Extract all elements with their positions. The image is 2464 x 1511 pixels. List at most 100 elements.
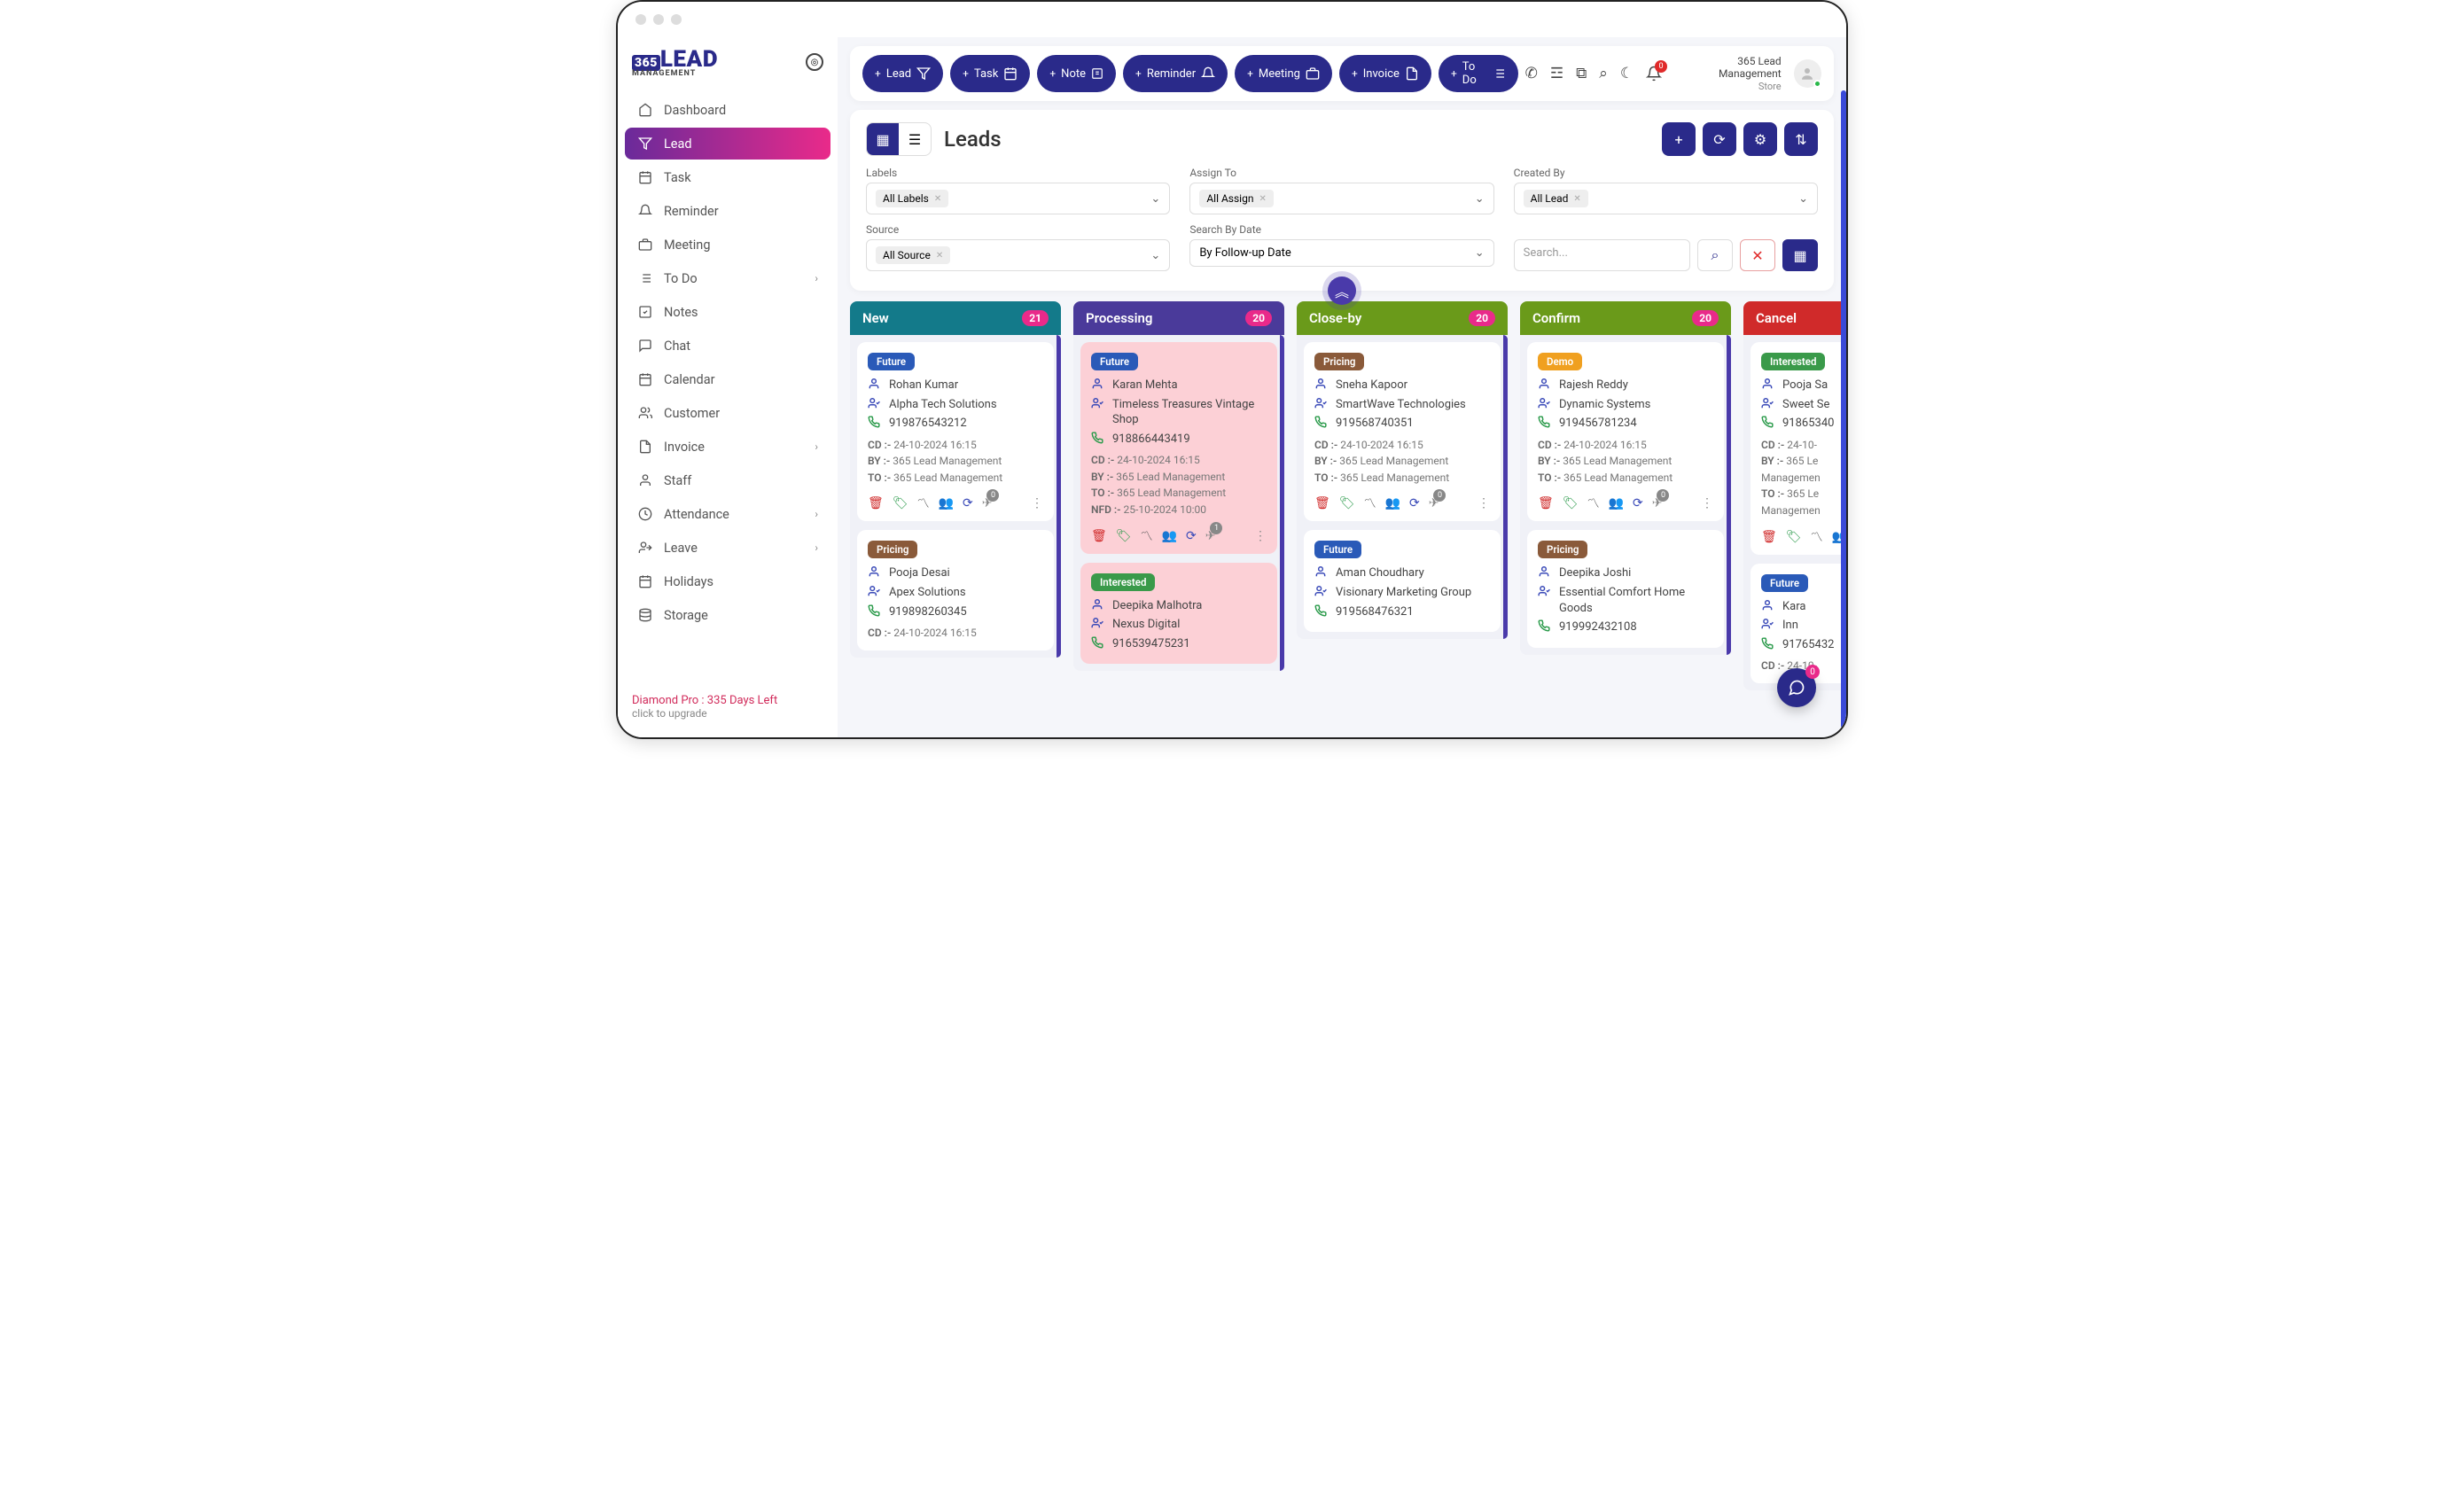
search-button[interactable]: ⌕ [1697,239,1733,271]
settings-button[interactable]: ⚙ [1743,122,1777,156]
sidebar-item-leave[interactable]: Leave› [625,532,830,564]
refresh-icon[interactable]: ⟳ [1186,529,1197,543]
assign-icon[interactable]: 👥 [1609,496,1624,510]
created-filter[interactable]: All Lead✕⌄ [1514,183,1818,214]
phone-icon[interactable]: ✆ [1525,65,1538,82]
refresh-button[interactable]: ⟳ [1703,122,1736,156]
lead-card[interactable]: DemoRajesh ReddyDynamic Systems919456781… [1527,342,1724,521]
sidebar-item-customer[interactable]: Customer [625,397,830,429]
tag-icon[interactable]: 🏷 [1563,496,1579,510]
clear-search-button[interactable]: ✕ [1740,239,1775,271]
trend-icon[interactable]: 〽 [1811,528,1823,546]
add-lead-pill[interactable]: +Lead [862,55,943,92]
lead-card[interactable]: FutureAman ChoudharyVisionary Marketing … [1304,530,1501,632]
user-label: 365 Lead Management Store [1674,55,1782,92]
lead-card[interactable]: PricingSneha KapoorSmartWave Technologie… [1304,342,1501,521]
sidebar-item-reminder[interactable]: Reminder [625,195,830,227]
sidebar-item-task[interactable]: Task [625,161,830,193]
phone-icon [1091,432,1105,444]
chat-fab[interactable]: 0 [1777,668,1816,707]
lead-card[interactable]: InterestedDeepika MalhotraNexus Digital9… [1080,563,1277,665]
sidebar-item-holidays[interactable]: Holidays [625,565,830,597]
calendar-button[interactable]: ▦ [1782,239,1818,271]
add-to-do-pill[interactable]: +To Do [1439,55,1518,92]
lead-card[interactable]: FutureRohan KumarAlpha Tech Solutions919… [857,342,1054,521]
delete-icon[interactable]: 🗑 [868,496,884,510]
add-meeting-pill[interactable]: +Meeting [1235,55,1332,92]
labels-filter[interactable]: All Labels✕⌄ [866,183,1170,214]
list-view-toggle[interactable]: ☰ [899,123,931,155]
sidebar-item-to-do[interactable]: To Do› [625,262,830,294]
tag-icon[interactable]: 🏷 [893,496,908,510]
notification-bell-icon[interactable]: 0 [1646,66,1662,82]
add-reminder-pill[interactable]: +Reminder [1123,55,1228,92]
trend-icon[interactable]: 〽 [917,495,930,512]
tag-icon[interactable]: 🏷 [1116,529,1132,543]
copy-icon[interactable]: ⧉ [1576,65,1587,82]
assign-icon[interactable]: 👥 [1162,529,1177,543]
sidebar-item-chat[interactable]: Chat [625,330,830,362]
lead-card[interactable]: PricingPooja DesaiApex Solutions91989826… [857,530,1054,650]
more-icon[interactable]: ⋮ [1254,529,1267,543]
grid-view-toggle[interactable]: ▦ [867,123,899,155]
search-icon[interactable]: ⌕ [1599,65,1608,82]
refresh-icon[interactable]: ⟳ [1633,496,1643,510]
send-icon[interactable]: ✈0 [1429,496,1439,510]
collapse-sidebar-icon[interactable]: ◎ [806,53,823,71]
sidebar-item-invoice[interactable]: Invoice› [625,431,830,463]
filter-panel: ▦ ☰ Leads + ⟳ ⚙ ⇅ Labels All Labels✕⌄ [850,110,1834,291]
assign-filter[interactable]: All Assign✕⌄ [1189,183,1493,214]
source-filter[interactable]: All Source✕⌄ [866,239,1170,271]
add-note-pill[interactable]: +Note [1037,55,1116,92]
sidebar-item-dashboard[interactable]: Dashboard [625,94,830,126]
search-input[interactable]: Search... [1514,239,1690,271]
scrollbar[interactable] [1841,90,1846,728]
sidebar-item-calendar[interactable]: Calendar [625,363,830,395]
sidebar-item-lead[interactable]: Lead [625,128,830,160]
refresh-icon[interactable]: ⟳ [963,496,973,510]
tag-icon[interactable]: 🏷 [1339,496,1355,510]
refresh-icon[interactable]: ⟳ [1409,496,1420,510]
add-task-pill[interactable]: +Task [950,55,1030,92]
send-icon[interactable]: ✈0 [1652,496,1663,510]
date-filter[interactable]: By Follow-up Date⌄ [1189,239,1493,267]
trend-icon[interactable]: 〽 [1587,495,1600,512]
trend-icon[interactable]: 〽 [1141,527,1153,545]
sidebar-item-attendance[interactable]: Attendance› [625,498,830,530]
assign-icon[interactable]: 👥 [1385,496,1400,510]
tag-icon[interactable]: 🏷 [1786,530,1802,544]
lead-card[interactable]: InterestedPooja SaSweet Se91865340CD :- … [1751,342,1846,555]
sidebar-item-staff[interactable]: Staff [625,464,830,496]
view-toggle: ▦ ☰ [866,122,932,156]
sidebar-item-notes[interactable]: Notes [625,296,830,328]
lead-card[interactable]: FutureKaran MehtaTimeless Treasures Vint… [1080,342,1277,554]
sidebar-item-storage[interactable]: Storage [625,599,830,631]
assign-icon[interactable]: 👥 [939,496,954,510]
theme-icon[interactable]: ☾ [1620,65,1634,82]
trend-icon[interactable]: 〽 [1364,495,1376,512]
sort-button[interactable]: ⇅ [1784,122,1818,156]
list-icon [637,270,653,286]
plan-banner[interactable]: Diamond Pro : 335 Days Left click to upg… [618,682,838,737]
delete-icon[interactable]: 🗑 [1314,496,1330,510]
kanban-column-close-by: Close-by20PricingSneha KapoorSmartWave T… [1297,301,1508,690]
user-avatar[interactable] [1794,59,1821,88]
send-icon[interactable]: ✈1 [1205,529,1216,543]
delete-icon[interactable]: 🗑 [1091,529,1107,543]
add-invoice-pill[interactable]: +Invoice [1339,55,1431,92]
lead-name-row: Deepika Joshi [1538,565,1713,581]
more-icon[interactable]: ⋮ [1031,496,1043,510]
collapse-panel-button[interactable]: ︽ [1328,276,1356,305]
chat-icon [637,338,653,354]
more-icon[interactable]: ⋮ [1701,496,1713,510]
lead-card[interactable]: PricingDeepika JoshiEssential Comfort Ho… [1527,530,1724,647]
tasks-icon[interactable]: ☲ [1550,65,1563,82]
add-button[interactable]: + [1662,122,1696,156]
send-icon[interactable]: ✈0 [982,496,993,510]
more-icon[interactable]: ⋮ [1478,496,1490,510]
lead-card[interactable]: FutureKaraInn91765432CD :- 24-10- [1751,564,1846,683]
delete-icon[interactable]: 🗑 [1761,530,1777,544]
lead-meta: CD :- 24-10-2024 16:15BY :- 365 Lead Man… [1314,437,1490,487]
delete-icon[interactable]: 🗑 [1538,496,1554,510]
sidebar-item-meeting[interactable]: Meeting [625,229,830,261]
